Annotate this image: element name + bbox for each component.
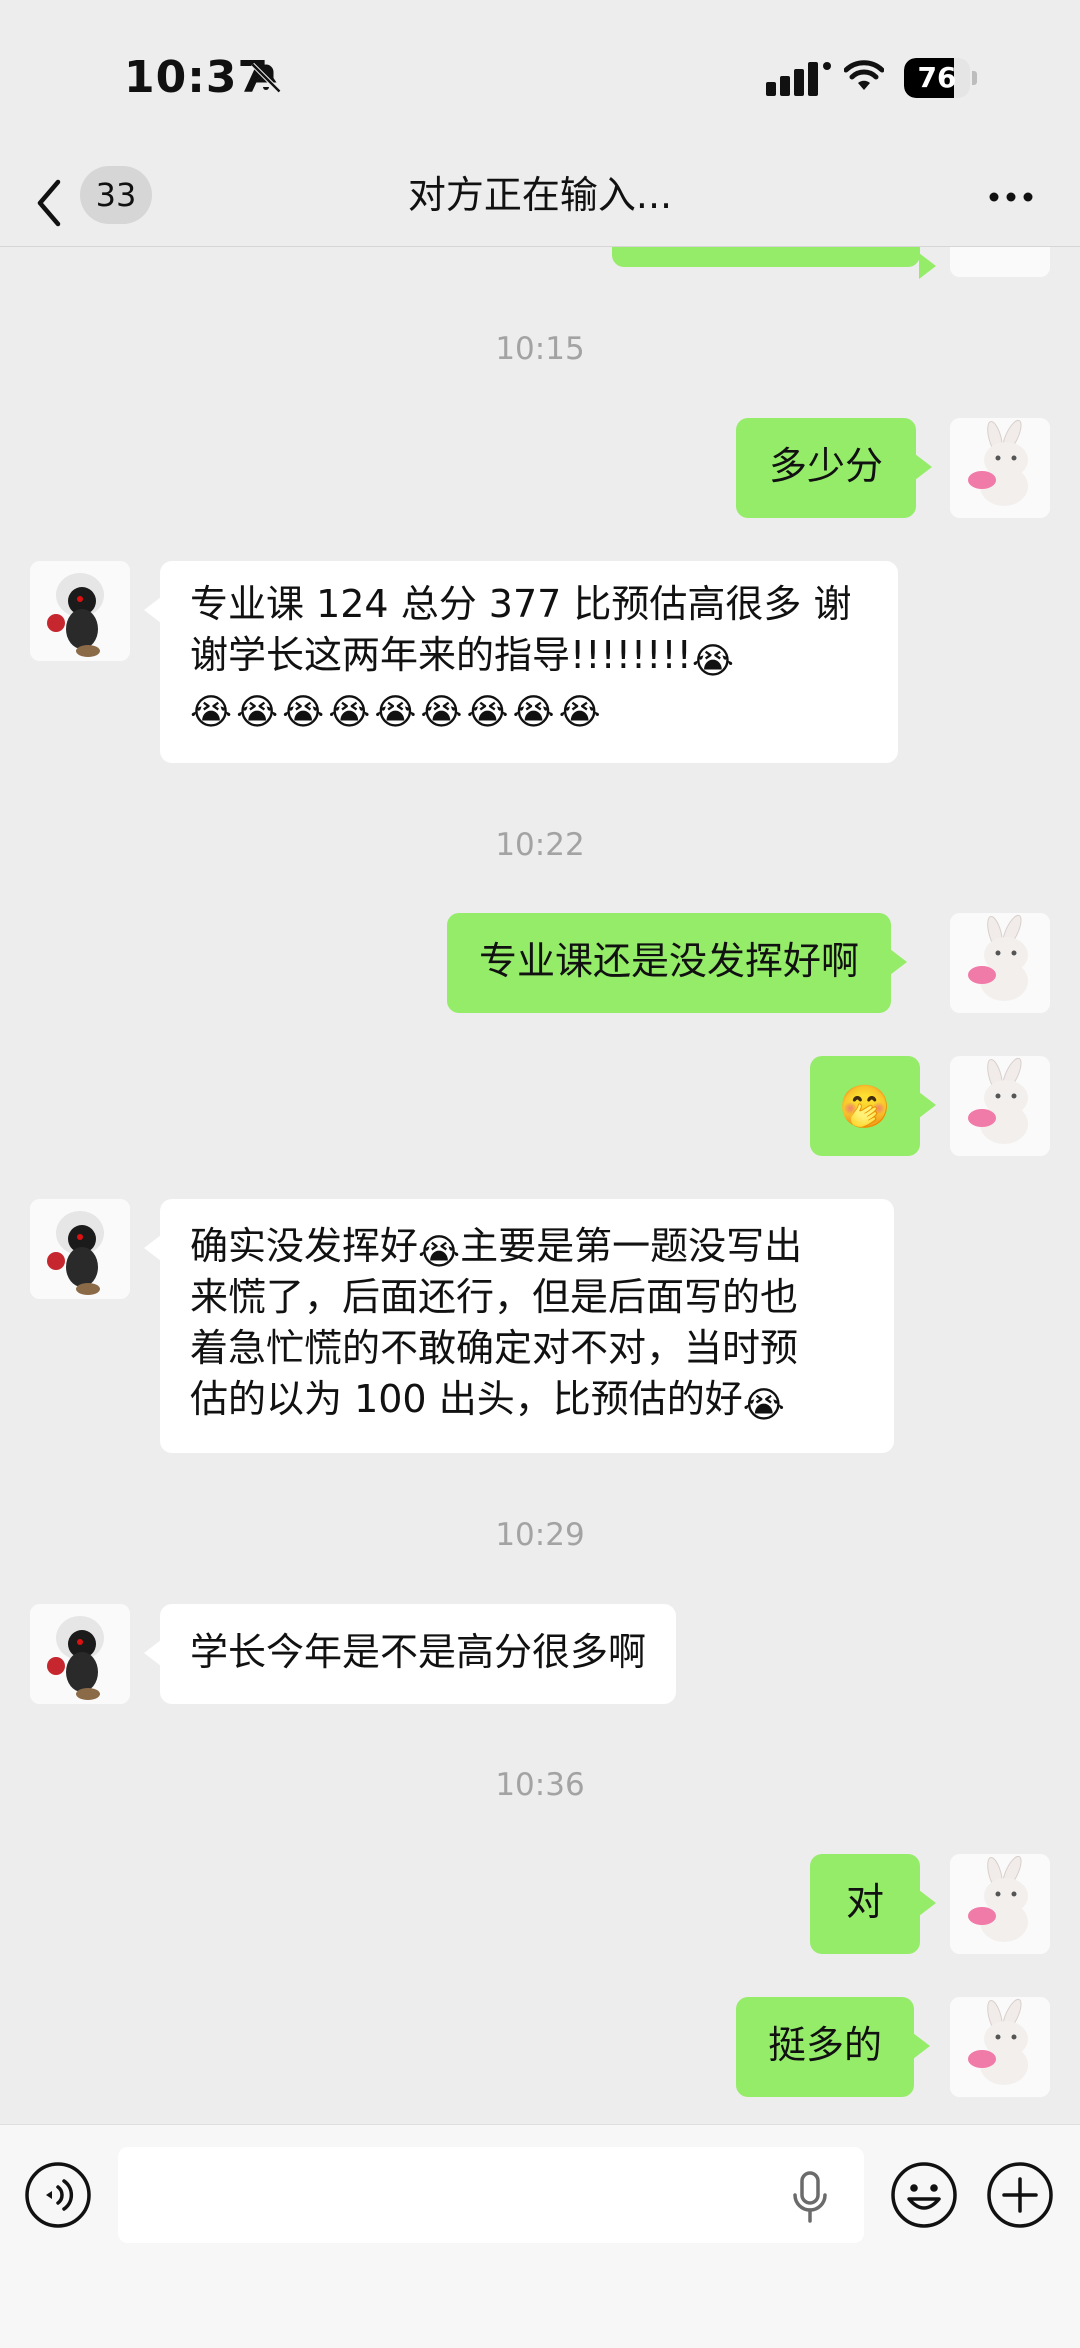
emoji-row: 😭 😭 😭 😭 😭 😭 😭 😭 😭 — [190, 681, 868, 732]
battery-indicator: 76 — [904, 58, 977, 98]
loudly-crying-face-icon: 😭 — [328, 692, 371, 733]
message-text-line: 估的以为 100 出头，比预估的好😭 — [190, 1377, 785, 1426]
message-text: 专业课还是没发挥好啊 — [479, 939, 860, 983]
timestamp: 10:29 — [495, 1517, 585, 1553]
message-text-line: 专业课 124 总分 377 比预估高很多 谢 — [190, 582, 852, 626]
timestamp: 10:22 — [495, 827, 585, 863]
message-text: 对 — [845, 1880, 884, 1924]
message-bubble-outgoing[interactable]: 多少分 — [736, 418, 933, 518]
loudly-crying-face-icon: 😭 — [420, 692, 463, 733]
loudly-crying-face-icon: 😭 — [374, 692, 417, 733]
penguin-avatar-icon — [30, 561, 130, 661]
message-bubble-partial[interactable] — [612, 247, 936, 279]
bell-off-icon — [250, 62, 282, 94]
loudly-crying-face-icon: 😭 — [282, 692, 325, 733]
loudly-crying-face-icon: 😭 — [418, 1232, 461, 1273]
loudly-crying-face-icon: 😭 — [691, 641, 734, 682]
penguin-avatar-icon — [30, 1199, 130, 1299]
message-text: 挺多的 — [768, 2023, 883, 2067]
message-text-line-2: 谢学长这两年来的指导!!!!!!!!😭 — [190, 633, 734, 682]
bunny-avatar-icon — [950, 418, 1050, 518]
wifi-icon — [844, 60, 884, 90]
my-avatar[interactable] — [950, 1854, 1050, 1954]
emoji-icon[interactable] — [890, 2161, 958, 2229]
my-avatar[interactable] — [950, 418, 1050, 518]
my-avatar[interactable] — [950, 247, 1050, 277]
voice-mode-icon[interactable] — [24, 2161, 92, 2229]
loudly-crying-face-icon: 😭 — [190, 692, 233, 733]
loudly-crying-face-icon: 😭 — [512, 692, 555, 733]
chevron-left-icon[interactable] — [30, 168, 70, 238]
message-text-line: 确实没发挥好😭主要是第一题没写出 — [190, 1224, 803, 1273]
my-avatar[interactable] — [950, 1056, 1050, 1156]
message-bubble-outgoing[interactable]: 专业课还是没发挥好啊 — [447, 913, 908, 1013]
message-bubble-incoming[interactable]: 学长今年是不是高分很多啊 — [143, 1604, 677, 1704]
message-bubble-outgoing[interactable]: 对 — [810, 1854, 936, 1954]
contact-avatar[interactable] — [30, 561, 130, 661]
bunny-avatar-icon — [950, 1997, 1050, 2097]
plus-icon[interactable] — [986, 2161, 1054, 2229]
loudly-crying-face-icon: 😭 — [236, 692, 279, 733]
input-bar — [0, 2124, 1080, 2348]
my-avatar[interactable] — [950, 913, 1050, 1013]
contact-avatar[interactable] — [30, 1199, 130, 1299]
message-bubble-incoming[interactable]: 确实没发挥好😭主要是第一题没写出 来慌了，后面还行，但是后面写的也 着急忙慌的不… — [144, 1199, 894, 1453]
my-avatar[interactable] — [950, 1997, 1050, 2097]
message-bubble-outgoing[interactable]: 挺多的 — [736, 1997, 931, 2097]
timestamp: 10:15 — [495, 331, 585, 367]
status-bar: 10:37 76 — [0, 0, 1080, 160]
chat-title: 对方正在输入... — [407, 173, 673, 217]
loudly-crying-face-icon: 😭 — [466, 692, 509, 733]
loudly-crying-face-icon: 😭 — [558, 692, 601, 733]
microphone-icon[interactable] — [790, 2169, 830, 2225]
more-dots-icon[interactable] — [986, 182, 1036, 212]
cellular-signal-icon — [766, 62, 831, 96]
unread-count-badge[interactable]: 33 — [80, 166, 152, 224]
message-text: 学长今年是不是高分很多啊 — [190, 1630, 647, 1674]
penguin-avatar-icon — [30, 1604, 130, 1704]
bunny-avatar-icon — [950, 1854, 1050, 1954]
bunny-avatar-icon — [950, 913, 1050, 1013]
timestamp: 10:36 — [495, 1767, 585, 1803]
chat-header: 33 对方正在输入... — [0, 160, 1080, 247]
message-bubble-outgoing[interactable]: 🤭 — [810, 1056, 936, 1156]
face-laughing-icon: 🤭 — [838, 1082, 892, 1131]
message-list[interactable]: 10:15 多少分 专业课 124 总分 377 比预估高很多 谢 谢学长这两年… — [0, 247, 1080, 2123]
contact-avatar[interactable] — [30, 1604, 130, 1704]
message-input[interactable] — [118, 2147, 864, 2243]
message-text-line: 着急忙慌的不敢确定对不对，当时预 — [190, 1326, 799, 1370]
message-bubble-incoming[interactable]: 专业课 124 总分 377 比预估高很多 谢 谢学长这两年来的指导!!!!!!… — [144, 561, 898, 763]
message-text: 多少分 — [769, 444, 884, 488]
bunny-avatar-icon — [950, 1056, 1050, 1156]
battery-percent: 76 — [917, 61, 957, 94]
loudly-crying-face-icon: 😭 — [742, 1385, 785, 1426]
message-text-line: 来慌了，后面还行，但是后面写的也 — [190, 1275, 799, 1319]
